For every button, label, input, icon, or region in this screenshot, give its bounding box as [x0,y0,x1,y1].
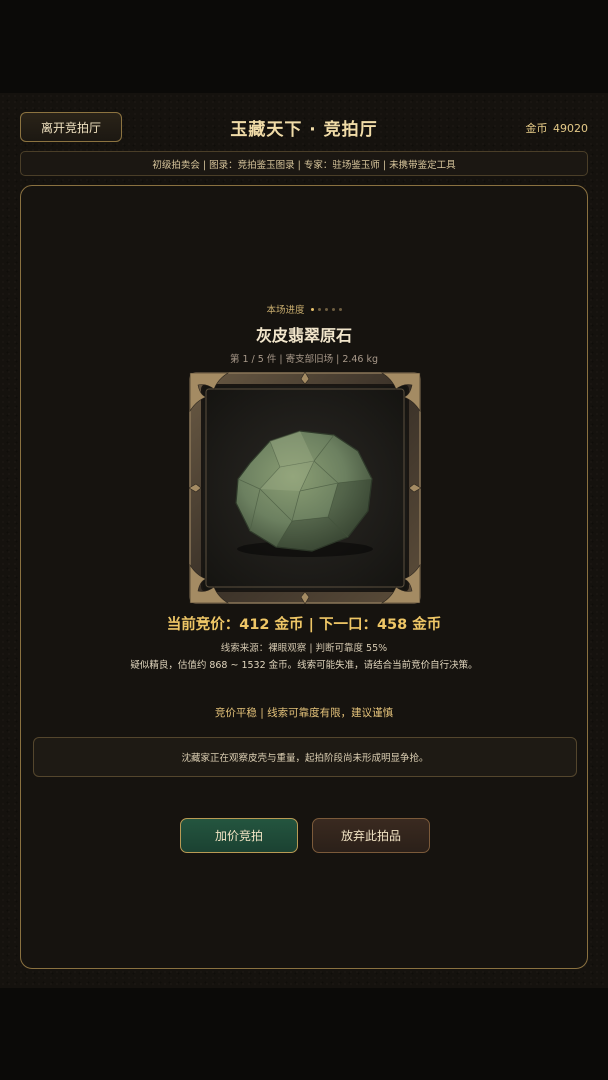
page-title: 玉藏天下 · 竞拍厅 [230,120,378,140]
progress-dots [310,307,342,311]
bidder-message: 沈藏家正在观察皮壳与重量，起拍阶段尚未形成明显争抢。 [181,753,429,764]
auction-info-text: 初级拍卖会 | 图录：竞拍鉴玉图录 | 专家：驻场鉴玉师 | 未携带鉴定工具 [152,159,456,171]
gold-balance: 金币 49020 [524,120,589,136]
clue-source: 线索来源：裸眼观察 | 判断可靠度 55% [220,643,388,654]
gold-label: 金币 [525,122,548,135]
lot-name: 灰皮翡翠原石 [255,326,352,345]
current-bid: 当前竞价：412 金币 | 下一口：458 金币 [166,617,442,633]
progress-dot [331,307,335,311]
stone-illustration [188,371,422,605]
market-status: 竞价平稳 | 线索可靠度有限，建议谨慎 [214,707,394,719]
auction-hall-screen: 离开竞拍厅 玉藏天下 · 竞拍厅 金币 49020 初级拍卖会 | 图录：竞拍鉴… [0,93,608,988]
lot-meta: 第 1 / 5 件 | 寄支部旧场 | 2.46 kg [229,354,379,365]
value-estimate: 疑似精良，估值约 868 ~ 1532 金币。线索可能失准，请结合当前竞价自行决… [130,660,478,671]
progress-dot [338,307,342,311]
progress-dot [324,307,328,311]
give-up-lot-button[interactable]: 放弃此拍品 [312,818,430,853]
gold-value: 49020 [553,122,588,135]
progress-dot [310,307,314,311]
auction-info-bar: 初级拍卖会 | 图录：竞拍鉴玉图录 | 专家：驻场鉴玉师 | 未携带鉴定工具 [20,151,588,176]
lot-panel: 本场进度 灰皮翡翠原石 第 1 / 5 件 | 寄支部旧场 | 2.46 kg [20,185,588,969]
progress-label: 本场进度 [266,305,305,316]
bidder-message-box: 沈藏家正在观察皮壳与重量，起拍阶段尚未形成明显争抢。 [33,737,577,777]
progress-indicator: 本场进度 [21,302,587,316]
raise-bid-button[interactable]: 加价竞拍 [180,818,298,853]
progress-dot [317,307,321,311]
lot-image-frame [188,371,422,605]
